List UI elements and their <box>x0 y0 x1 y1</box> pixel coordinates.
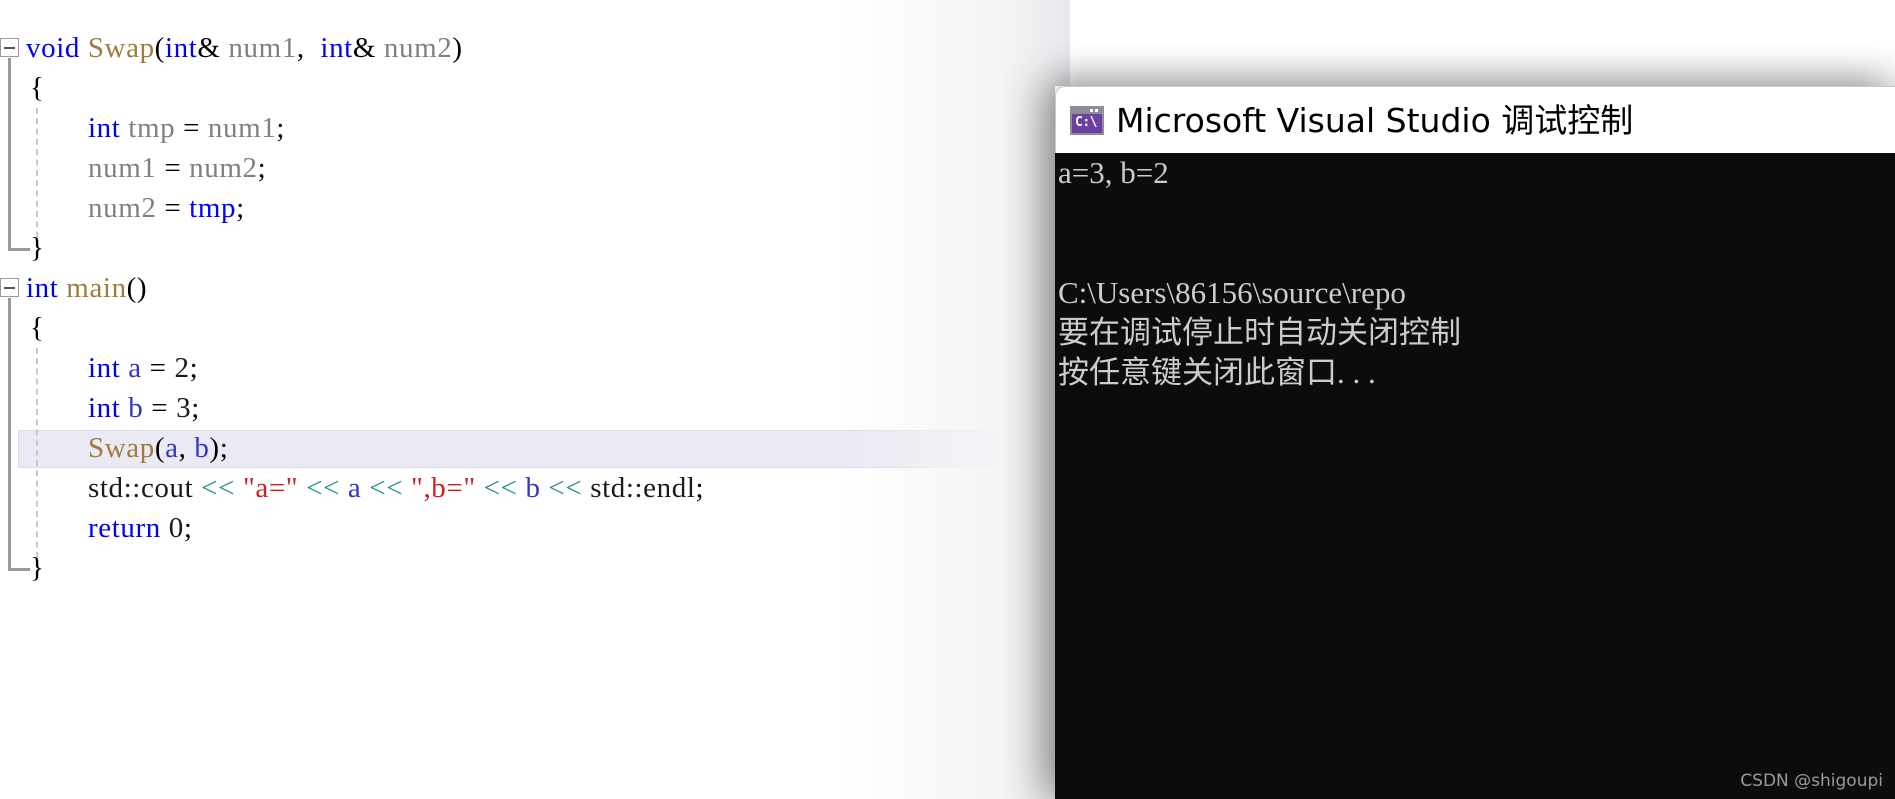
fold-bar-main <box>8 298 11 568</box>
indent-guide-swap <box>36 108 38 248</box>
console-window-title: Microsoft Visual Studio 调试控制 <box>1116 100 1634 140</box>
console-output-line: 要在调试停止时自动关闭控制 <box>1058 315 1461 350</box>
console-output-line: 按任意键关闭此窗口. . . <box>1058 355 1376 390</box>
indent-guide-main <box>36 348 38 568</box>
command-prompt-icon: C:\ <box>1070 105 1104 135</box>
console-output-area[interactable]: a=3, b=2 C:\Users\86156\source\repo 要在调试… <box>1055 153 1895 799</box>
csdn-watermark: CSDN @shigoupi <box>1740 771 1883 791</box>
code-line[interactable]: void Swap(int& num1, int& num2) <box>0 28 1895 68</box>
fold-collapse-icon-swap[interactable] <box>0 38 19 57</box>
console-title-bar[interactable]: C:\ Microsoft Visual Studio 调试控制 <box>1055 86 1895 153</box>
fold-collapse-icon-main[interactable] <box>0 278 19 297</box>
console-output-line: a=3, b=2 <box>1058 155 1169 190</box>
command-prompt-icon-glyph: C:\ <box>1075 114 1097 130</box>
console-output-line: C:\Users\86156\source\repo <box>1058 275 1406 310</box>
fold-bar-swap <box>8 58 11 248</box>
fold-foot-main <box>8 568 30 571</box>
fold-foot-swap <box>8 248 30 251</box>
debug-console-window[interactable]: C:\ Microsoft Visual Studio 调试控制 a=3, b=… <box>1055 86 1895 799</box>
